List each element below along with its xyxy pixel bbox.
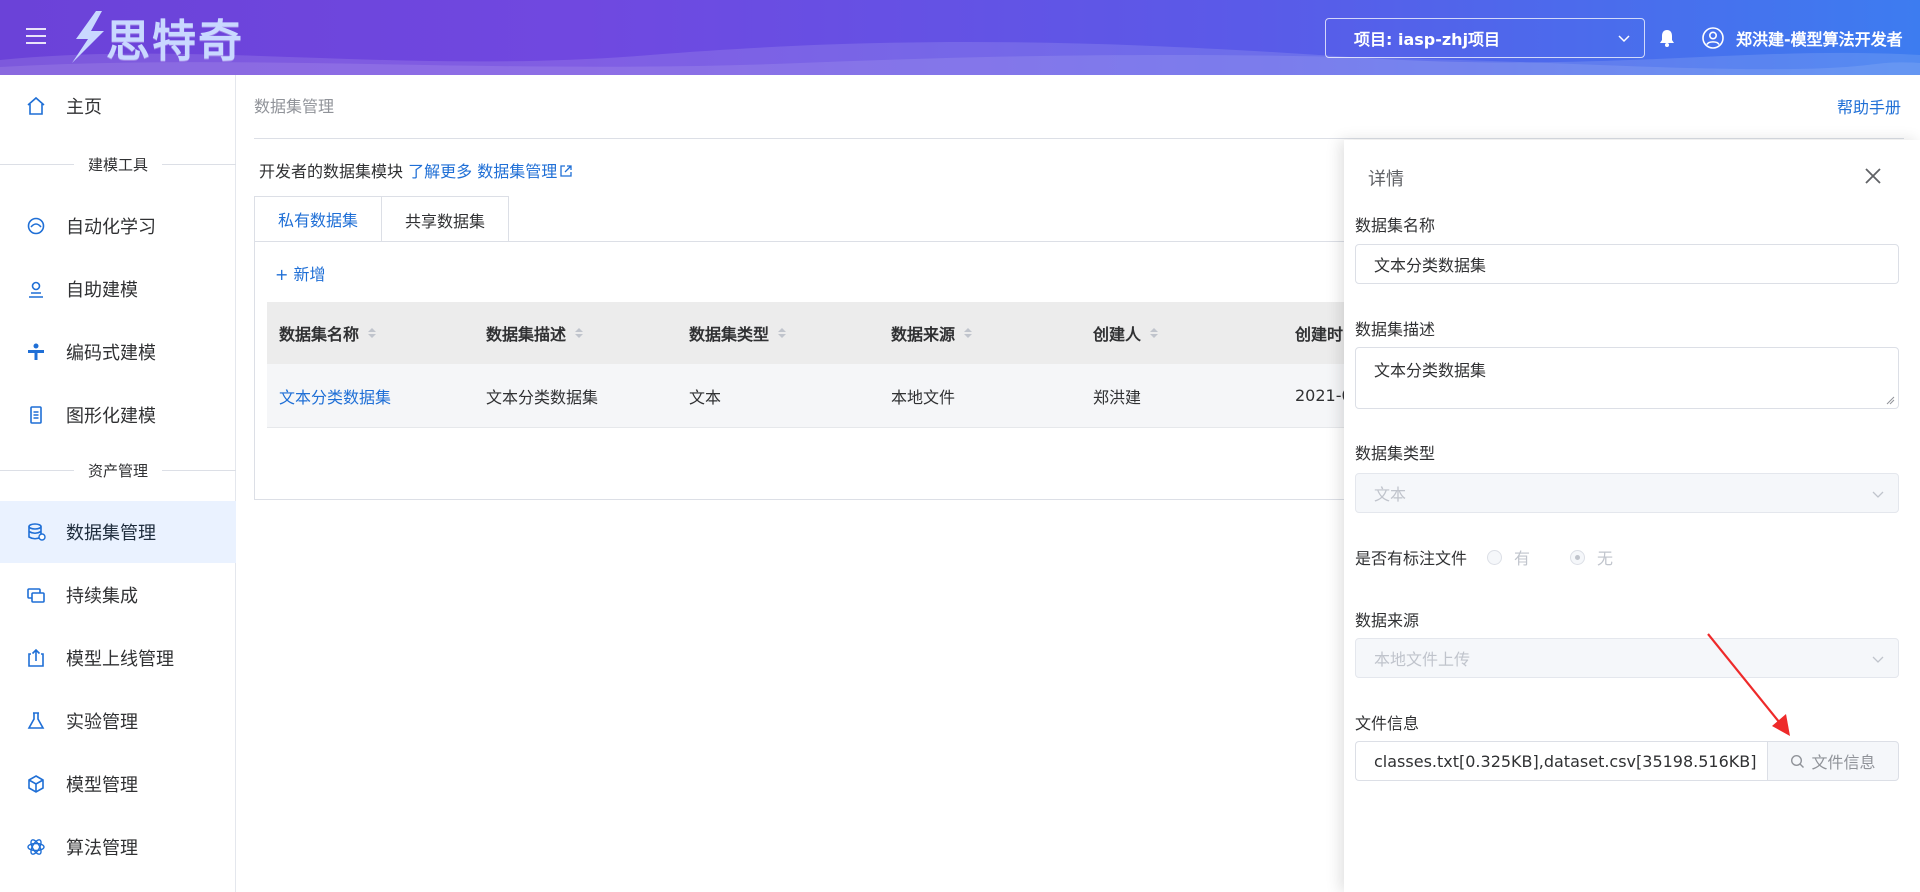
file-info-label: 文件信息 <box>1355 714 1420 733</box>
sidebar-item-graph-modeling[interactable]: 图形化建模 <box>0 384 236 446</box>
annotation-label: 是否有标注文件 <box>1355 549 1468 568</box>
header-divider <box>254 138 1904 139</box>
data-source-label: 数据来源 <box>1355 611 1420 630</box>
document-icon <box>30 406 42 424</box>
dataset-name-label: 数据集名称 <box>1355 216 1436 235</box>
details-drawer: 详情 数据集名称 文本分类数据集 数据集描述 文本分类数据集 数据集类型 文本 … <box>1344 140 1920 892</box>
user-avatar-icon <box>1702 27 1724 49</box>
close-icon[interactable] <box>1862 165 1884 187</box>
database-icon <box>28 523 46 541</box>
sort-icon <box>964 328 973 338</box>
integration-icon <box>27 588 45 603</box>
tab-shared-datasets[interactable]: 共享数据集 <box>382 196 510 242</box>
top-header: 思特奇 项目: iasp-zhj项目 郑洪建-模型算法开发者 <box>0 0 1920 75</box>
dataset-description-label: 数据集描述 <box>1355 320 1436 339</box>
column-header-source[interactable]: 数据来源 <box>879 321 1081 345</box>
sidebar-item-algorithm-management[interactable]: 算法管理 <box>0 816 236 878</box>
column-header-creator[interactable]: 创建人 <box>1081 321 1283 345</box>
sort-icon <box>368 328 377 338</box>
logo-text: 思特奇 <box>106 16 244 67</box>
chevron-down-icon <box>1872 656 1884 663</box>
dataset-tabs: 私有数据集 共享数据集 <box>254 196 510 242</box>
project-select-value: 项目: iasp-zhj项目 <box>1354 30 1501 49</box>
sidebar-item-automl[interactable]: 自动化学习 <box>0 195 236 257</box>
code-node-icon <box>28 343 44 360</box>
dataset-name-field[interactable]: 文本分类数据集 <box>1355 244 1899 284</box>
sidebar-item-experiment[interactable]: 实验管理 <box>0 690 236 752</box>
bell-icon[interactable] <box>1657 28 1677 48</box>
external-link-icon <box>560 165 572 177</box>
column-header-type[interactable]: 数据集类型 <box>677 321 879 345</box>
automl-icon <box>27 217 45 235</box>
column-header-name[interactable]: 数据集名称 <box>267 321 474 345</box>
group-title-assets: 资产管理 <box>0 460 236 480</box>
learn-more-link[interactable]: 了解更多 数据集管理 <box>408 162 573 181</box>
dataset-name-link[interactable]: 文本分类数据集 <box>267 384 474 408</box>
dataset-source-cell: 本地文件 <box>891 387 956 407</box>
dataset-description-textarea[interactable]: 文本分类数据集 <box>1355 347 1899 409</box>
brand-logo: 思特奇 <box>66 8 244 67</box>
search-icon <box>1791 754 1805 768</box>
sidebar-item-code-modeling[interactable]: 编码式建模 <box>0 321 236 383</box>
annotation-no-radio: 无 <box>1570 545 1613 569</box>
home-icon <box>27 96 45 115</box>
module-intro: 开发者的数据集模块 了解更多 数据集管理 <box>259 158 573 182</box>
sidebar-item-model-online[interactable]: 模型上线管理 <box>0 627 236 689</box>
user-name: 郑洪建-模型算法开发者 <box>1736 30 1903 49</box>
menu-toggle-icon[interactable] <box>26 28 46 46</box>
data-source-select: 本地文件上传 <box>1355 638 1899 678</box>
logo-bolt-icon <box>72 11 104 63</box>
file-info-button[interactable]: 文件信息 <box>1767 741 1899 781</box>
dataset-description-cell: 文本分类数据集 <box>486 387 599 407</box>
cube-icon <box>28 775 44 793</box>
dataset-type-select: 文本 <box>1355 473 1899 513</box>
project-select[interactable]: 项目: iasp-zhj项目 <box>1325 18 1645 58</box>
chevron-down-icon <box>1618 35 1630 43</box>
add-dataset-button[interactable]: + 新增 <box>275 261 326 285</box>
chevron-down-icon <box>1872 491 1884 498</box>
annotation-radio-group: 是否有标注文件 有 无 <box>1355 545 1613 569</box>
column-header-description[interactable]: 数据集描述 <box>474 321 677 345</box>
flask-icon <box>27 712 45 729</box>
group-title-modeling: 建模工具 <box>0 154 236 174</box>
sidebar: 主页 建模工具 自动化学习 自助建模 编码式建模 图形化建模 资产管理 数据集管… <box>0 75 236 892</box>
sidebar-item-dataset-management[interactable]: 数据集管理 <box>0 501 236 563</box>
resize-grip-icon[interactable] <box>1885 395 1895 405</box>
file-info-field[interactable]: classes.txt[0.325KB],dataset.csv[35198.5… <box>1355 741 1767 781</box>
breadcrumb: 数据集管理 <box>254 97 335 116</box>
sort-icon <box>1150 328 1159 338</box>
help-manual-link[interactable]: 帮助手册 <box>1837 94 1901 118</box>
dataset-type-cell: 文本 <box>689 387 722 407</box>
atom-icon <box>27 839 45 855</box>
sidebar-item-home[interactable]: 主页 <box>0 75 236 137</box>
drawer-title: 详情 <box>1368 169 1404 190</box>
dataset-creator-cell: 郑洪建 <box>1093 387 1142 407</box>
dataset-type-label: 数据集类型 <box>1355 444 1436 463</box>
sort-icon <box>778 328 787 338</box>
user-menu[interactable]: 郑洪建-模型算法开发者 <box>1702 26 1903 50</box>
sidebar-item-self-modeling[interactable]: 自助建模 <box>0 258 236 320</box>
user-gear-icon <box>29 281 43 298</box>
sidebar-item-model-management[interactable]: 模型管理 <box>0 753 236 815</box>
sort-icon <box>575 328 584 338</box>
file-info-group: classes.txt[0.325KB],dataset.csv[35198.5… <box>1355 741 1899 781</box>
sidebar-item-continuous-integration[interactable]: 持续集成 <box>0 564 236 626</box>
tab-private-datasets[interactable]: 私有数据集 <box>254 196 383 242</box>
upload-icon <box>28 648 44 667</box>
annotation-yes-radio: 有 <box>1487 545 1530 569</box>
